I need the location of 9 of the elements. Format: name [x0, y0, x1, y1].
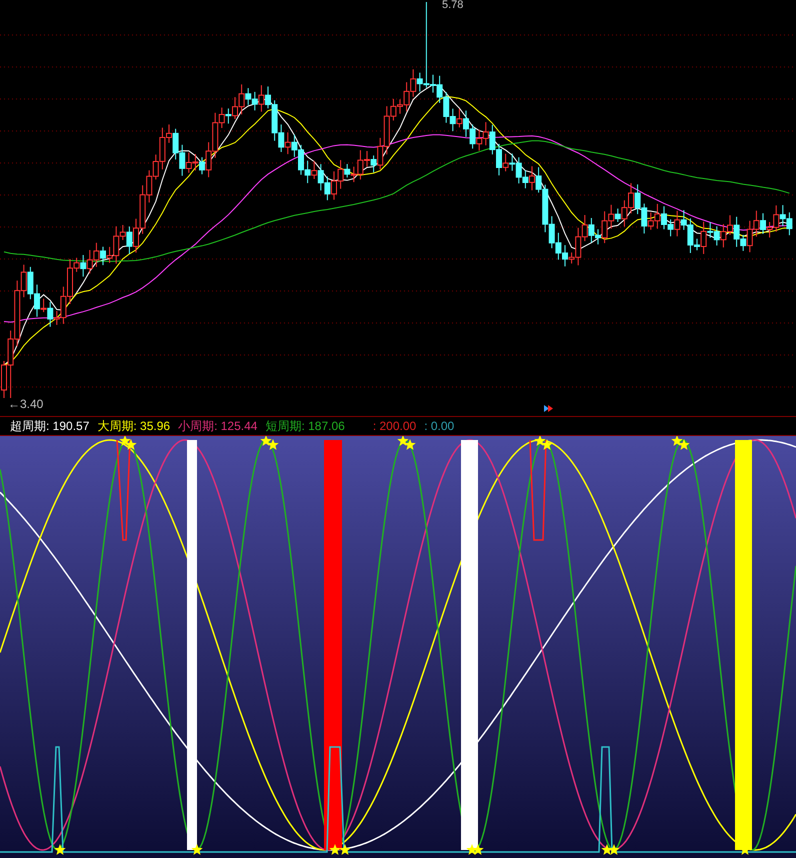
double-triangle-icon [544, 405, 553, 412]
indicator-value: : 200.00 [372, 418, 416, 435]
indicator-value: 大周期: 35.96 [97, 418, 170, 435]
high-price-label: 5.78 [442, 0, 464, 11]
indicator-value: 小周期: 125.44 [178, 418, 258, 435]
indicator-value: 短周期: 187.06 [265, 418, 345, 435]
low-price-label: ←3.40 [8, 397, 44, 411]
indicator-value: 超周期: 190.57 [10, 418, 90, 435]
indicator-value: : 0.00 [424, 418, 454, 435]
